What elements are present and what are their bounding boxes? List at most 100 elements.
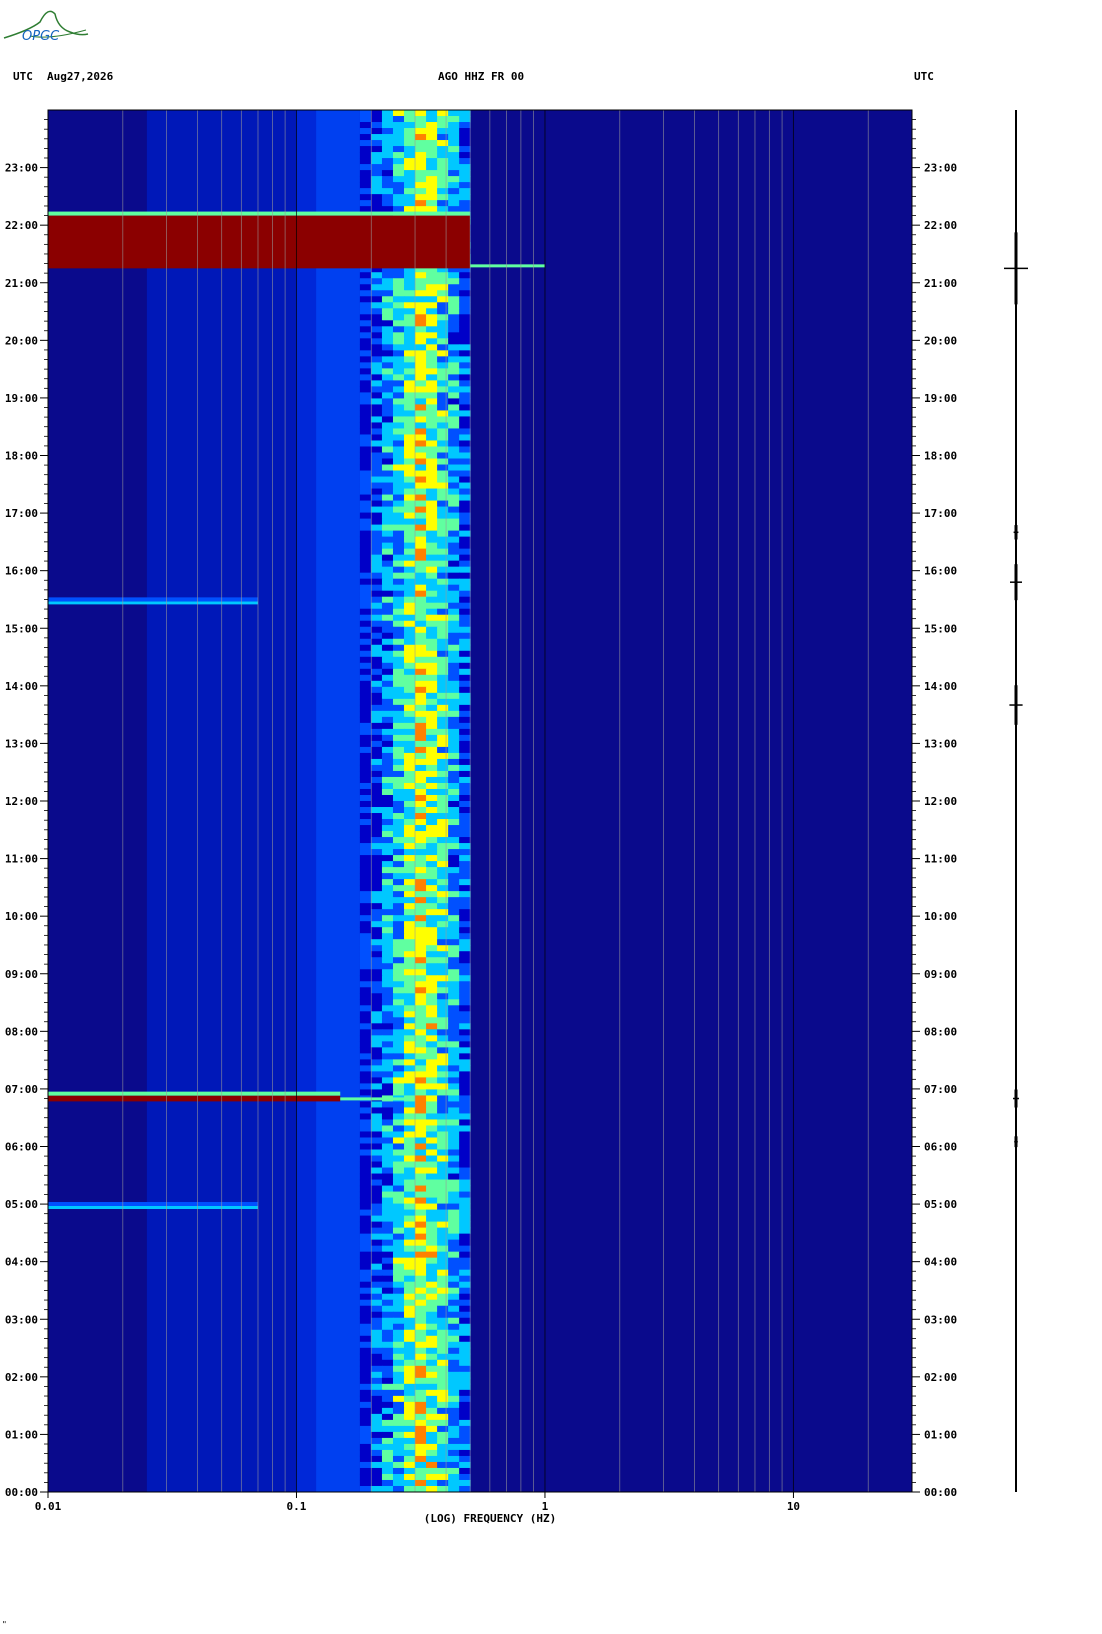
spectro-cell xyxy=(392,422,405,429)
spectro-cell xyxy=(437,590,449,598)
spectro-cell xyxy=(370,1431,383,1439)
spectro-cell xyxy=(359,536,372,544)
spectro-cell xyxy=(381,1251,394,1259)
spectro-cell xyxy=(359,680,372,688)
y-tick-label: 09:00 xyxy=(5,968,38,981)
spectro-cell xyxy=(381,782,394,790)
spectro-cell xyxy=(404,146,416,153)
spectro-cell xyxy=(370,434,383,441)
spectro-cell xyxy=(370,128,383,135)
spectro-cell xyxy=(426,1191,438,1199)
spectro-cell xyxy=(370,1461,383,1469)
spectro-cell xyxy=(437,1311,449,1319)
spectro-cell xyxy=(459,578,471,586)
spectro-cell xyxy=(404,122,416,129)
spectro-cell xyxy=(381,710,394,718)
spectro-cell xyxy=(415,626,427,634)
spectro-cell xyxy=(448,332,460,339)
spectro-cell xyxy=(437,734,449,742)
spectro-cell xyxy=(426,1287,438,1295)
spectro-cell xyxy=(392,482,405,490)
spectro-cell xyxy=(437,1083,449,1090)
spectro-cell xyxy=(404,1029,416,1036)
spectro-cell xyxy=(392,1197,405,1205)
spectro-cell xyxy=(381,692,394,700)
spectro-cell xyxy=(404,698,416,706)
spectro-cell xyxy=(404,536,416,544)
spectro-cell xyxy=(459,1005,471,1012)
spectro-cell xyxy=(437,290,449,297)
spectro-cell xyxy=(359,849,372,856)
spectro-cell xyxy=(392,1257,405,1265)
spectro-cell xyxy=(381,915,394,922)
spectro-cell xyxy=(448,1179,460,1187)
spectro-cell xyxy=(359,1215,372,1223)
spectro-cell xyxy=(381,476,394,484)
spectro-cell xyxy=(415,1167,427,1175)
spectro-cell xyxy=(370,873,383,880)
spectro-cell xyxy=(437,644,449,652)
spectro-cell xyxy=(426,302,438,309)
spectro-cell xyxy=(437,548,449,556)
spectro-cell xyxy=(459,188,471,195)
spectro-cell xyxy=(415,1101,427,1108)
spectro-cell xyxy=(370,590,383,598)
spectro-cell xyxy=(426,536,438,544)
spectro-cell xyxy=(415,728,427,736)
spectro-cell xyxy=(404,788,416,796)
spectro-cell xyxy=(426,728,438,736)
spectro-cell xyxy=(381,1107,394,1114)
spectro-cell xyxy=(415,1161,427,1169)
spectro-cell xyxy=(370,686,383,694)
spectro-cell xyxy=(381,1125,394,1132)
spectro-cell xyxy=(359,614,372,622)
spectro-cell xyxy=(370,770,383,778)
spectro-cell xyxy=(381,1089,394,1096)
spectro-cell xyxy=(459,963,471,970)
spectro-cell xyxy=(359,134,372,141)
spectro-cell xyxy=(415,951,427,958)
spectro-cell xyxy=(392,122,405,129)
spectro-cell xyxy=(370,1383,383,1391)
spectro-cell xyxy=(381,1431,394,1439)
spectro-cell xyxy=(392,1383,405,1391)
spectro-cell xyxy=(359,482,372,490)
spectro-cell xyxy=(448,861,460,868)
spectro-cell xyxy=(437,638,449,646)
spectro-cell xyxy=(448,398,460,405)
spectro-cell xyxy=(370,512,383,520)
spectro-cell xyxy=(426,1251,438,1259)
spectro-cell xyxy=(404,326,416,333)
spectro-cell xyxy=(415,602,427,610)
spectro-cell xyxy=(459,1167,471,1175)
spectro-cell xyxy=(370,182,383,189)
spectro-cell xyxy=(459,1377,471,1385)
spectro-cell xyxy=(359,855,372,862)
spectro-cell xyxy=(404,620,416,628)
spectro-cell xyxy=(359,404,372,411)
spectro-cell xyxy=(459,1389,471,1397)
spectro-cell xyxy=(404,801,416,808)
spectro-cell xyxy=(404,1335,416,1343)
spectro-cell xyxy=(359,308,372,315)
spectro-cell xyxy=(415,1317,427,1325)
spectro-cell xyxy=(404,1185,416,1193)
spectro-cell xyxy=(370,1353,383,1361)
spectro-cell xyxy=(381,734,394,742)
spectro-cell xyxy=(426,494,438,502)
spectro-cell xyxy=(404,554,416,562)
spectro-cell xyxy=(459,524,471,532)
spectro-cell xyxy=(459,1107,471,1114)
spectro-cell xyxy=(359,128,372,135)
spectro-cell xyxy=(404,770,416,778)
spectro-cell xyxy=(459,1119,471,1126)
spectro-cell xyxy=(459,867,471,874)
y-tick-label: 17:00 xyxy=(5,507,38,520)
spectro-cell xyxy=(437,152,449,159)
spectro-cell xyxy=(448,458,460,466)
spectro-cell xyxy=(392,885,405,892)
spectro-cell xyxy=(437,1197,449,1205)
spectro-cell xyxy=(448,1125,460,1132)
spectro-cell xyxy=(370,398,383,405)
spectro-cell xyxy=(370,644,383,652)
